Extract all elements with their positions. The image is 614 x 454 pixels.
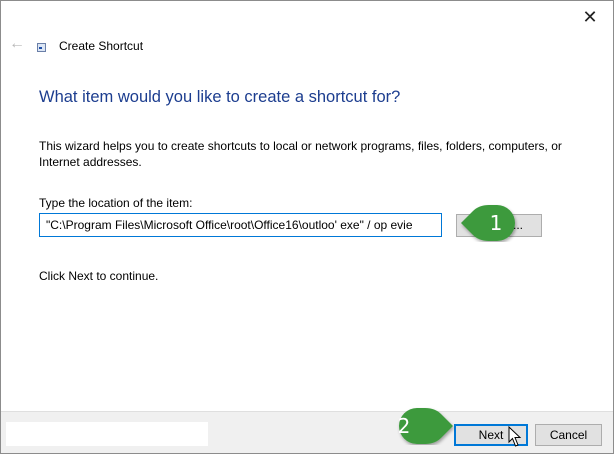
continue-instruction: Click Next to continue. xyxy=(39,269,159,283)
location-label: Type the location of the item: xyxy=(39,196,193,210)
close-button[interactable]: ✕ xyxy=(575,3,605,31)
step-1-callout: 1 xyxy=(459,204,535,242)
back-arrow-icon[interactable]: ← xyxy=(9,36,25,52)
cancel-button[interactable]: Cancel xyxy=(535,424,602,446)
footer-blank-area xyxy=(6,422,208,446)
wizard-description: This wizard helps you to create shortcut… xyxy=(39,139,562,169)
shortcut-icon xyxy=(37,43,46,52)
step-2-callout: 2 xyxy=(383,407,459,445)
callout-number: 2 xyxy=(397,414,411,438)
callout-number: 1 xyxy=(489,211,503,235)
location-input[interactable] xyxy=(39,213,442,237)
window-title: Create Shortcut xyxy=(59,39,144,53)
page-heading: What item would you like to create a sho… xyxy=(39,88,401,106)
close-icon: ✕ xyxy=(582,6,598,27)
mouse-pointer-icon xyxy=(508,426,522,447)
